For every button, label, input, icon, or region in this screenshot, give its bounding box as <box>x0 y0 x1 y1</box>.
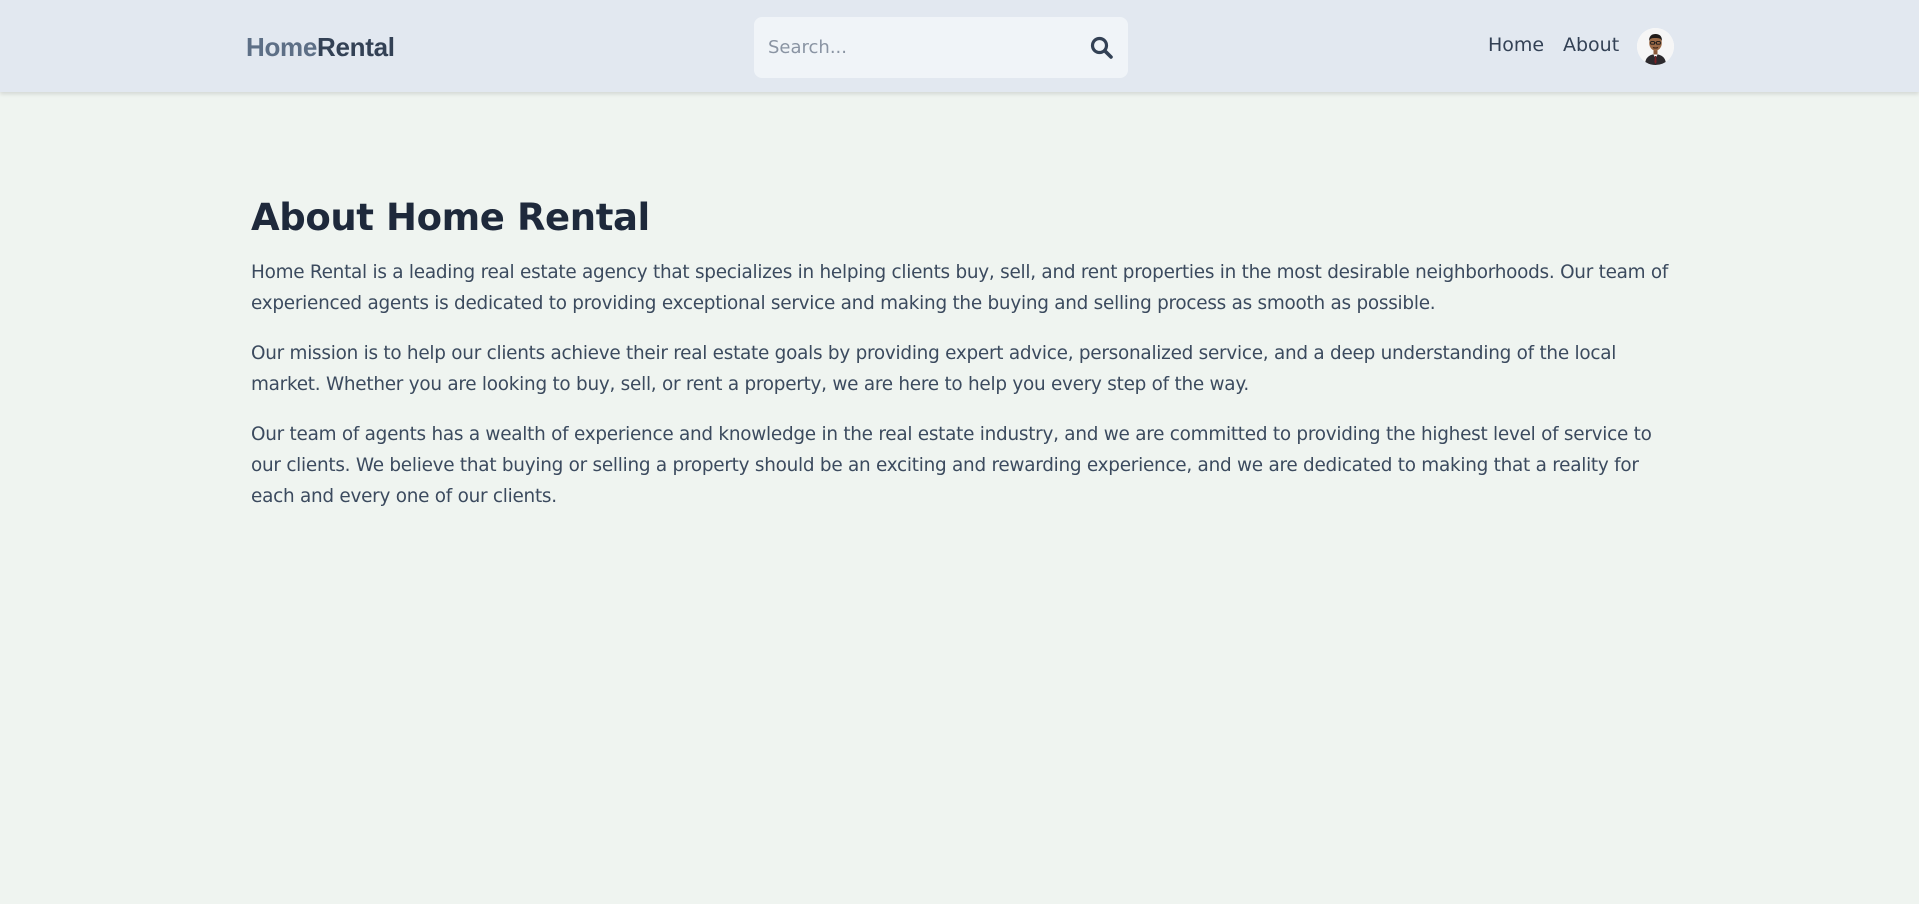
nav-link-about[interactable]: About <box>1563 34 1619 56</box>
user-avatar[interactable] <box>1637 28 1674 65</box>
brand-logo-link[interactable]: HomeRental <box>246 32 395 63</box>
brand-part-rental: Rental <box>317 32 395 62</box>
search-input[interactable] <box>768 17 1068 78</box>
search-icon[interactable] <box>1088 34 1116 62</box>
about-paragraph-1: Home Rental is a leading real estate age… <box>251 262 1669 314</box>
page-title: About Home Rental <box>251 196 650 239</box>
brand-part-home: Home <box>246 32 318 62</box>
top-navbar: HomeRental Home About <box>0 0 1919 92</box>
about-section: About Home Rental Home Rental is a leadi… <box>251 196 1681 531</box>
search-box <box>754 17 1128 78</box>
nav-link-home[interactable]: Home <box>1488 34 1544 56</box>
avatar-person-icon <box>1637 28 1674 65</box>
about-paragraph-3: Our team of agents has a wealth of exper… <box>251 424 1652 507</box>
about-paragraph-2: Our mission is to help our clients achie… <box>251 343 1617 395</box>
